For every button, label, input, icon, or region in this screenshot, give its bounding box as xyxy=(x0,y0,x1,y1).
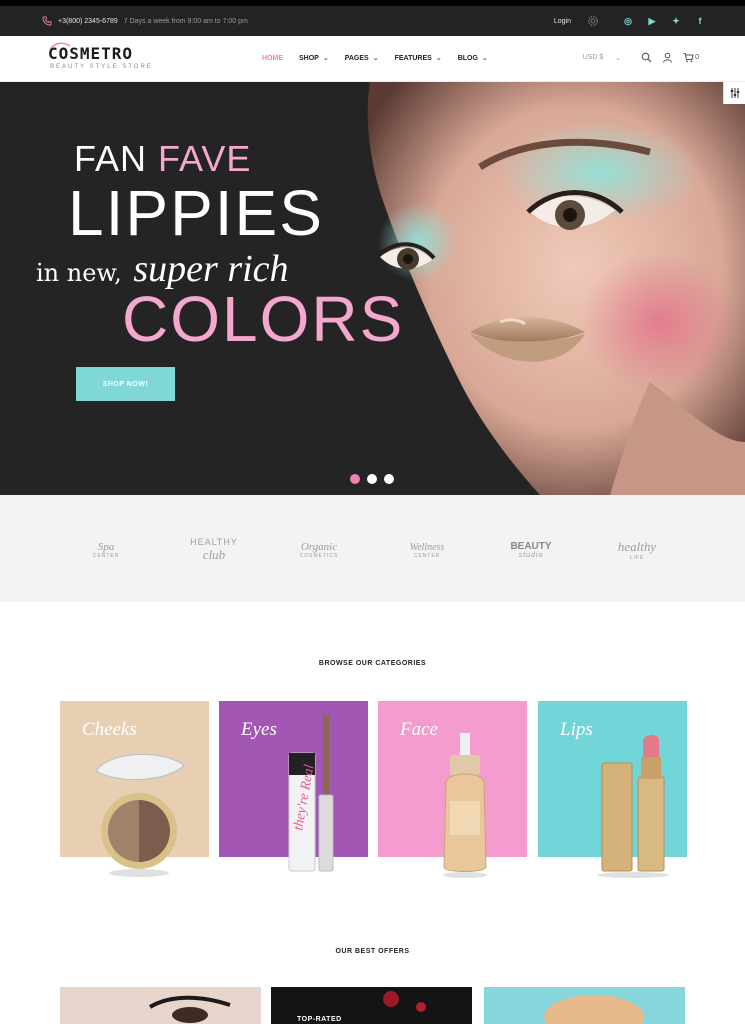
brand-name: Organic xyxy=(300,541,338,553)
category-label: Face xyxy=(400,719,438,740)
hero-line-1: FAN FAVE xyxy=(74,138,251,180)
settings-panel-toggle[interactable] xyxy=(723,82,745,104)
category-card-lips[interactable]: Lips xyxy=(538,701,687,878)
slider-dots xyxy=(350,474,394,484)
brand-logo-wellness[interactable]: Wellness CENTER xyxy=(387,525,467,575)
nav-features[interactable]: FEATURES ⌄ xyxy=(394,54,442,63)
category-card-eyes[interactable]: they're Real Eyes xyxy=(219,701,368,872)
phone-icon xyxy=(42,16,52,26)
brand-logo-beauty-studio[interactable]: BEAUTY studio xyxy=(491,525,571,575)
contact-info: +3(800) 2345-6789 7 Days a week from 9:0… xyxy=(42,16,248,26)
offer-1-image xyxy=(60,987,261,1024)
brand-subtitle: LIFE xyxy=(629,555,645,561)
offer-2-label: TOP-RATED xyxy=(297,1016,342,1023)
brand-name: BEAUTY xyxy=(510,541,552,552)
nav-home[interactable]: HOME xyxy=(262,54,283,62)
chevron-down-icon: ⌄ xyxy=(615,54,622,62)
hero-line-3-plain: in new, xyxy=(36,259,122,287)
login-link[interactable]: Login xyxy=(554,18,571,25)
opening-hours: 7 Days a week from 9:00 am to 7:00 pm xyxy=(123,17,248,25)
brand-subtitle: club xyxy=(202,547,226,562)
phone-number[interactable]: +3(800) 2345-6789 xyxy=(58,18,118,25)
brand-subtitle: CENTER xyxy=(413,552,441,559)
category-label: Cheeks xyxy=(82,719,137,740)
brand-name: Spa xyxy=(97,541,115,553)
chevron-down-icon: ⌄ xyxy=(481,55,488,62)
brand-logo-spa[interactable]: Spa CENTER xyxy=(66,525,146,575)
brand-name: healthy xyxy=(617,539,657,554)
brand-logos-strip: Spa CENTER HEALTHY club Organic COSMETIC… xyxy=(0,495,745,602)
chevron-down-icon: ⌄ xyxy=(435,55,442,62)
slider-dot-3[interactable] xyxy=(384,474,394,484)
categories-heading: BROWSE OUR CATEGORIES xyxy=(318,660,427,667)
chevron-down-icon: ⌄ xyxy=(322,55,329,62)
logo-tagline: BEAUTY STYLE STORE xyxy=(50,64,153,70)
cart-icon xyxy=(683,53,694,63)
slider-dot-2[interactable] xyxy=(367,474,377,484)
currency-selector[interactable]: USD $ ⌄ xyxy=(583,54,622,62)
offer-3-image xyxy=(484,987,685,1024)
social-links: ◎ ▶ ✦ f xyxy=(623,16,705,27)
brand-subtitle: CENTER xyxy=(92,553,120,559)
hero-line-1-white: FAN xyxy=(74,138,148,179)
header-actions: USD $ ⌄ 0 xyxy=(583,52,699,63)
hero-line-4: COLORS xyxy=(122,283,405,355)
nav-shop[interactable]: SHOP ⌄ xyxy=(299,54,329,63)
nav-features-label: FEATURES xyxy=(394,54,432,62)
category-label: Lips xyxy=(560,719,593,740)
brand-logo-organic[interactable]: Organic COSMETICS xyxy=(279,525,359,575)
nav-home-label: HOME xyxy=(262,54,283,62)
currency-value: USD $ xyxy=(582,53,604,61)
sliders-icon xyxy=(730,88,739,98)
shop-now-button[interactable]: SHOP NOW! xyxy=(76,367,175,401)
nav-blog-label: BLOG xyxy=(457,54,478,62)
category-card-cheeks[interactable]: Cheeks xyxy=(60,701,209,877)
nav-shop-label: SHOP xyxy=(299,54,319,62)
brand-subtitle: COSMETICS xyxy=(299,553,339,559)
brand-name: Wellness xyxy=(409,541,445,553)
brand-subtitle: studio xyxy=(518,552,544,559)
hero-line-1-pink: FAVE xyxy=(158,138,252,179)
hero-line-2: LIPPIES xyxy=(68,177,324,249)
facebook-icon[interactable]: f xyxy=(695,16,705,27)
chevron-down-icon: ⌄ xyxy=(372,55,379,62)
top-bar: +3(800) 2345-6789 7 Days a week from 9:0… xyxy=(0,0,745,36)
main-header: COSMETRO BEAUTY STYLE STORE HOME SHOP ⌄ … xyxy=(0,36,745,82)
model-face-image xyxy=(367,82,745,495)
logo[interactable]: COSMETRO BEAUTY STYLE STORE xyxy=(48,42,153,70)
category-card-face[interactable]: Face xyxy=(378,701,527,878)
user-icon[interactable] xyxy=(662,52,673,63)
cart-button[interactable]: 0 xyxy=(683,52,699,63)
search-icon[interactable] xyxy=(641,52,652,63)
nav-pages[interactable]: PAGES ⌄ xyxy=(344,54,379,63)
hero-slider: FAN FAVE LIPPIES in new, super rich COLO… xyxy=(0,82,745,495)
offer-card-2[interactable]: TOP-RATED xyxy=(271,987,472,1024)
logo-swoosh-icon xyxy=(49,42,71,50)
nav-pages-label: PAGES xyxy=(344,54,369,62)
offer-card-1[interactable] xyxy=(60,987,261,1024)
gear-icon[interactable] xyxy=(587,15,599,27)
brand-logo-healthy-life[interactable]: healthy LIFE xyxy=(597,525,677,575)
cart-count: 0 xyxy=(695,54,699,61)
brand-name: HEALTHY xyxy=(190,537,238,547)
nav-blog[interactable]: BLOG ⌄ xyxy=(457,54,488,63)
slider-dot-1[interactable] xyxy=(350,474,360,484)
youtube-icon[interactable]: ▶ xyxy=(647,16,657,27)
offers-heading: OUR BEST OFFERS xyxy=(335,948,410,955)
main-nav: HOME SHOP ⌄ PAGES ⌄ FEATURES ⌄ BLOG ⌄ xyxy=(262,54,488,63)
category-label: Eyes xyxy=(241,719,277,740)
brand-logo-healthy-club[interactable]: HEALTHY club xyxy=(174,525,254,575)
twitter-icon[interactable]: ✦ xyxy=(671,16,681,27)
offer-card-3[interactable] xyxy=(484,987,685,1024)
instagram-icon[interactable]: ◎ xyxy=(623,16,633,27)
